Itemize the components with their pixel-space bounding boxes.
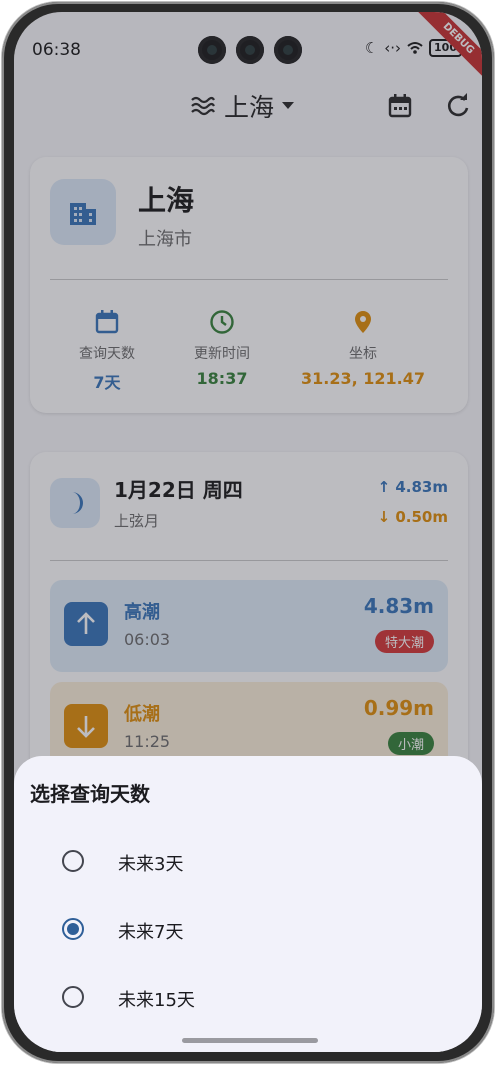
sheet-title: 选择查询天数 <box>30 782 150 806</box>
option-label: 未来3天 <box>118 854 184 875</box>
screen: 06:38 ☾ ‹·› 100 DEBUG 上海 上海 上海市 查询天数 7天 … <box>14 12 482 1052</box>
home-indicator[interactable] <box>182 1038 318 1043</box>
radio-button[interactable] <box>62 986 84 1008</box>
option-3-days[interactable]: 未来3天 <box>14 834 482 890</box>
day-picker-sheet: 选择查询天数 未来3天 未来7天 未来15天 <box>14 756 482 1052</box>
radio-button[interactable] <box>62 850 84 872</box>
option-label: 未来15天 <box>118 990 195 1011</box>
option-label: 未来7天 <box>118 922 184 943</box>
option-7-days[interactable]: 未来7天 <box>14 902 482 958</box>
option-15-days[interactable]: 未来15天 <box>14 970 482 1026</box>
radio-button-selected[interactable] <box>62 918 84 940</box>
phone-frame: 06:38 ☾ ‹·› 100 DEBUG 上海 上海 上海市 查询天数 7天 … <box>2 2 494 1063</box>
